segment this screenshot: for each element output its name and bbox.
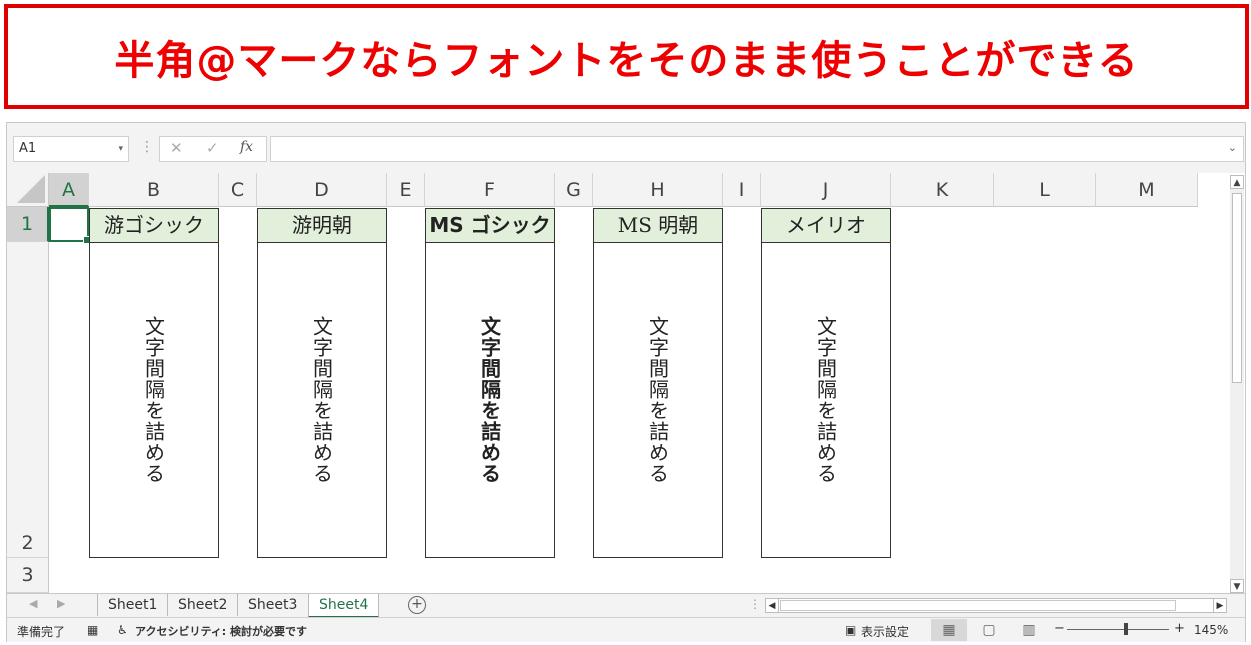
cell-b2-text: 文字間隔を詰める: [141, 315, 166, 484]
row-header-3[interactable]: 3: [7, 558, 49, 593]
cell-h1[interactable]: MS 明朝: [593, 208, 723, 243]
name-box[interactable]: A1 ▾: [13, 136, 129, 162]
name-box-value: A1: [19, 141, 37, 156]
zoom-out-icon[interactable]: −: [1054, 621, 1065, 636]
horizontal-scroll-thumb[interactable]: [780, 600, 1176, 611]
accessibility-icon[interactable]: ♿: [117, 623, 128, 637]
cell-b1[interactable]: 游ゴシック: [89, 208, 219, 243]
status-bar: 準備完了 ▦ ♿ アクセシビリティ: 検討が必要です ▣ 表示設定 ▦ ▢ ▥ …: [7, 617, 1245, 642]
cancel-icon[interactable]: ✕: [170, 139, 183, 157]
column-header-k[interactable]: K: [891, 173, 994, 207]
column-header-l[interactable]: L: [994, 173, 1096, 207]
column-header-m[interactable]: M: [1096, 173, 1198, 207]
cell-h2-text: 文字間隔を詰める: [645, 315, 670, 484]
sheet-tab-4[interactable]: Sheet4: [308, 594, 380, 618]
cell-d1[interactable]: 游明朝: [257, 208, 387, 243]
normal-view-icon[interactable]: ▦: [931, 619, 967, 641]
title-banner: 半角@マークならフォントをそのまま使うことができる: [4, 4, 1249, 109]
banner-text: 半角@マークならフォントをそのまま使うことができる: [114, 37, 1139, 84]
column-header-b[interactable]: B: [89, 173, 219, 207]
macro-record-icon[interactable]: ▦: [87, 623, 98, 637]
page-break-view-icon[interactable]: ▥: [1011, 619, 1047, 641]
horizontal-scrollbar[interactable]: ◀ ▶: [765, 598, 1227, 613]
formula-input[interactable]: ⌄: [270, 136, 1244, 162]
column-header-d[interactable]: D: [257, 173, 387, 207]
zoom-slider-thumb[interactable]: [1124, 623, 1128, 635]
zoom-slider-track[interactable]: [1067, 629, 1169, 630]
select-all-button[interactable]: [7, 173, 49, 207]
row-header-1[interactable]: 1: [7, 207, 49, 242]
column-header-e[interactable]: E: [387, 173, 425, 207]
scroll-left-icon[interactable]: ◀: [765, 598, 779, 613]
sheet-tab-3[interactable]: Sheet3: [237, 594, 307, 616]
cell-j1[interactable]: メイリオ: [761, 208, 891, 243]
worksheet-grid[interactable]: A B C D E F G H I J K L M 1 2 3 游ゴシック 文字…: [7, 173, 1224, 593]
scroll-right-icon[interactable]: ▶: [1213, 598, 1227, 613]
column-header-g[interactable]: G: [555, 173, 593, 207]
cell-b2[interactable]: 文字間隔を詰める: [89, 242, 219, 558]
column-header-h[interactable]: H: [593, 173, 723, 207]
vertical-scrollbar[interactable]: ▲ ▼: [1230, 175, 1244, 593]
zoom-level[interactable]: 145%: [1194, 623, 1228, 637]
active-cell-a1[interactable]: [49, 207, 91, 244]
cell-h2[interactable]: 文字間隔を詰める: [593, 242, 723, 558]
excel-window: A1 ▾ ⋮ ✕ ✓ fx ⌄ A B C D E F G H I J K L …: [6, 122, 1246, 642]
scroll-up-icon[interactable]: ▲: [1230, 175, 1244, 189]
cell-j2[interactable]: 文字間隔を詰める: [761, 242, 891, 558]
display-settings-icon[interactable]: ▣: [845, 623, 856, 637]
tab-next-icon[interactable]: ▶: [57, 597, 65, 610]
column-header-j[interactable]: J: [761, 173, 891, 207]
formula-expand-icon[interactable]: ⌄: [1228, 141, 1237, 154]
cell-f1[interactable]: MS ゴシック: [425, 208, 555, 243]
formula-bar-grip-icon[interactable]: ⋮: [140, 139, 154, 155]
row-header-2[interactable]: 2: [7, 242, 49, 558]
tab-prev-icon[interactable]: ◀: [29, 597, 37, 610]
tab-split-grip-icon[interactable]: ⋮: [749, 597, 761, 611]
display-settings-label[interactable]: 表示設定: [861, 623, 909, 640]
accessibility-status[interactable]: アクセシビリティ: 検討が必要です: [135, 623, 307, 639]
enter-icon[interactable]: ✓: [206, 139, 219, 157]
vertical-scroll-thumb[interactable]: [1232, 193, 1242, 383]
scroll-down-icon[interactable]: ▼: [1230, 579, 1244, 593]
cell-d2[interactable]: 文字間隔を詰める: [257, 242, 387, 558]
zoom-in-icon[interactable]: +: [1174, 621, 1185, 636]
formula-buttons: ✕ ✓ fx: [159, 136, 267, 162]
formula-bar: A1 ▾ ⋮ ✕ ✓ fx ⌄: [7, 123, 1245, 173]
column-header-a[interactable]: A: [49, 173, 89, 207]
sheet-tab-2[interactable]: Sheet2: [167, 594, 237, 616]
name-box-dropdown-icon[interactable]: ▾: [118, 137, 123, 161]
column-header-f[interactable]: F: [425, 173, 555, 207]
page-layout-view-icon[interactable]: ▢: [971, 619, 1007, 641]
insert-function-icon[interactable]: fx: [240, 139, 253, 155]
add-sheet-icon[interactable]: +: [408, 596, 426, 614]
column-header-i[interactable]: I: [723, 173, 761, 207]
cell-d2-text: 文字間隔を詰める: [309, 315, 334, 484]
column-header-c[interactable]: C: [219, 173, 257, 207]
sheet-tab-1[interactable]: Sheet1: [97, 594, 167, 616]
cell-j2-text: 文字間隔を詰める: [813, 315, 838, 484]
status-ready: 準備完了: [17, 625, 66, 639]
cell-f2[interactable]: 文字間隔を詰める: [425, 242, 555, 558]
sheet-tab-bar: ◀ ▶ Sheet1 Sheet2 Sheet3 Sheet4 + ⋮ ◀ ▶: [7, 593, 1245, 618]
cell-f2-text: 文字間隔を詰める: [477, 315, 502, 484]
